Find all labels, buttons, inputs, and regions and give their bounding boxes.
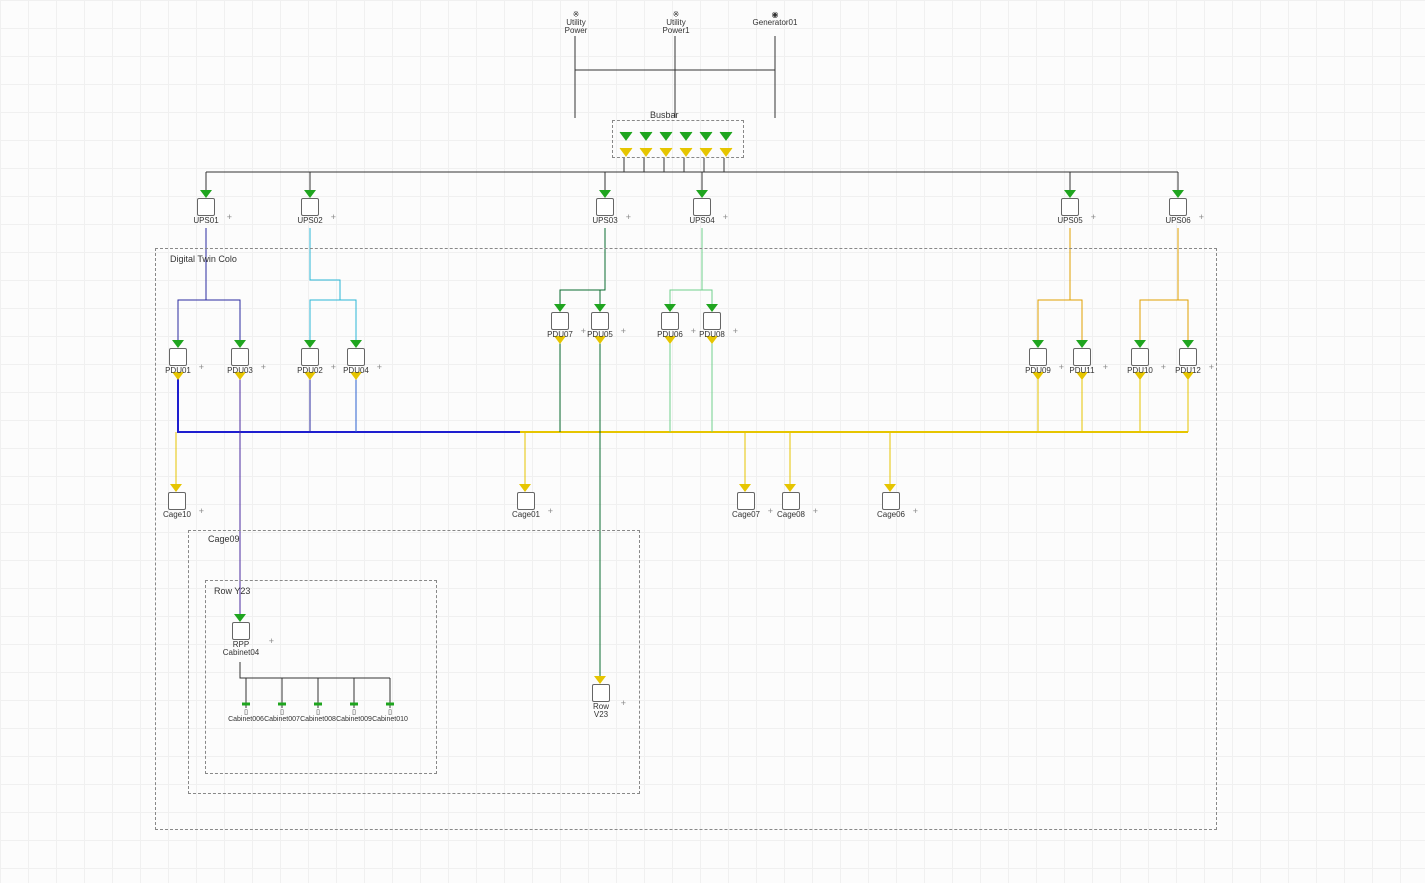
pdu01[interactable]: PDU01+ <box>162 348 194 375</box>
cabinet006[interactable]: ▯Cabinet006 <box>226 708 266 723</box>
row-icon <box>592 684 610 702</box>
ups02[interactable]: UPS02+ <box>294 198 326 225</box>
expand-icon[interactable]: + <box>331 362 336 372</box>
expand-icon[interactable]: + <box>1209 362 1214 372</box>
cage08[interactable]: Cage08+ <box>774 492 808 519</box>
expand-icon[interactable]: + <box>626 212 631 222</box>
ups-icon <box>596 198 614 216</box>
expand-icon[interactable]: + <box>813 506 818 516</box>
pdu11[interactable]: PDU11+ <box>1066 348 1098 375</box>
row-y23-label: Row Y23 <box>214 586 250 596</box>
expand-icon[interactable]: + <box>621 326 626 336</box>
cabinet009[interactable]: ▯Cabinet009 <box>334 708 374 723</box>
generator01[interactable]: ◉Generator01 <box>750 10 800 27</box>
cage-icon <box>517 492 535 510</box>
cage-icon <box>882 492 900 510</box>
bolt-icon <box>231 348 249 366</box>
bolt-icon <box>169 348 187 366</box>
rack-icon: ▯ <box>352 709 356 716</box>
expand-icon[interactable]: + <box>199 362 204 372</box>
utility-power1[interactable]: ※UtilityPower1 <box>658 10 694 36</box>
expand-icon[interactable]: + <box>733 326 738 336</box>
cabinet008[interactable]: ▯Cabinet008 <box>298 708 338 723</box>
busbar-label: Busbar <box>650 110 679 120</box>
ups-icon <box>693 198 711 216</box>
bolt-icon <box>1073 348 1091 366</box>
pdu06[interactable]: PDU06+ <box>654 312 686 339</box>
row-v23[interactable]: RowV23+ <box>586 684 616 720</box>
expand-icon[interactable]: + <box>548 506 553 516</box>
pdu08[interactable]: PDU08+ <box>696 312 728 339</box>
ups04[interactable]: UPS04+ <box>686 198 718 225</box>
ups-icon <box>1169 198 1187 216</box>
expand-icon[interactable]: + <box>1059 362 1064 372</box>
rpp-icon <box>232 622 250 640</box>
expand-icon[interactable]: + <box>723 212 728 222</box>
expand-icon[interactable]: + <box>331 212 336 222</box>
expand-icon[interactable]: + <box>621 698 626 708</box>
ups05[interactable]: UPS05+ <box>1054 198 1086 225</box>
cage-icon <box>737 492 755 510</box>
expand-icon[interactable]: + <box>199 506 204 516</box>
pdu03[interactable]: PDU03+ <box>224 348 256 375</box>
cage-icon <box>782 492 800 510</box>
row-y23-box[interactable] <box>205 580 437 774</box>
pdu09[interactable]: PDU09+ <box>1022 348 1054 375</box>
expand-icon[interactable]: + <box>227 212 232 222</box>
cage06[interactable]: Cage06+ <box>874 492 908 519</box>
rack-icon: ▯ <box>244 709 248 716</box>
rack-icon: ▯ <box>316 709 320 716</box>
cabinet010[interactable]: ▯Cabinet010 <box>370 708 410 723</box>
expand-icon[interactable]: + <box>269 636 274 646</box>
bolt-icon <box>347 348 365 366</box>
pdu02[interactable]: PDU02+ <box>294 348 326 375</box>
ups01[interactable]: UPS01+ <box>190 198 222 225</box>
bolt-icon <box>591 312 609 330</box>
expand-icon[interactable]: + <box>768 506 773 516</box>
expand-icon[interactable]: + <box>377 362 382 372</box>
pdu12[interactable]: PDU12+ <box>1172 348 1204 375</box>
expand-icon[interactable]: + <box>1199 212 1204 222</box>
bolt-icon <box>661 312 679 330</box>
utility-power[interactable]: ※UtilityPower <box>558 10 594 36</box>
ups06[interactable]: UPS06+ <box>1162 198 1194 225</box>
ups03[interactable]: UPS03+ <box>589 198 621 225</box>
pdu04[interactable]: PDU04+ <box>340 348 372 375</box>
bolt-icon <box>1131 348 1149 366</box>
ups-icon <box>1061 198 1079 216</box>
rack-icon: ▯ <box>280 709 284 716</box>
expand-icon[interactable]: + <box>913 506 918 516</box>
bolt-icon <box>551 312 569 330</box>
cage01[interactable]: Cage01+ <box>509 492 543 519</box>
expand-icon[interactable]: + <box>261 362 266 372</box>
ups-icon <box>197 198 215 216</box>
pdu05[interactable]: PDU05+ <box>584 312 616 339</box>
bolt-icon <box>301 348 319 366</box>
cage10[interactable]: Cage10+ <box>160 492 194 519</box>
expand-icon[interactable]: + <box>1161 362 1166 372</box>
colo-label: Digital Twin Colo <box>170 254 237 264</box>
cage07[interactable]: Cage07+ <box>729 492 763 519</box>
pdu07[interactable]: PDU07+ <box>544 312 576 339</box>
busbar-box[interactable] <box>612 120 744 158</box>
bolt-icon <box>1179 348 1197 366</box>
cage09-label: Cage09 <box>208 534 240 544</box>
rpp-cabinet04[interactable]: RPPCabinet04+ <box>218 622 264 658</box>
ups-icon <box>301 198 319 216</box>
bolt-icon <box>703 312 721 330</box>
cage-icon <box>168 492 186 510</box>
diagram-canvas[interactable]: { "sources":{ "utility_power":"Utility\n… <box>0 0 1425 883</box>
expand-icon[interactable]: + <box>1091 212 1096 222</box>
expand-icon[interactable]: + <box>1103 362 1108 372</box>
bolt-icon <box>1029 348 1047 366</box>
cabinet007[interactable]: ▯Cabinet007 <box>262 708 302 723</box>
pdu10[interactable]: PDU10+ <box>1124 348 1156 375</box>
rack-icon: ▯ <box>388 709 392 716</box>
